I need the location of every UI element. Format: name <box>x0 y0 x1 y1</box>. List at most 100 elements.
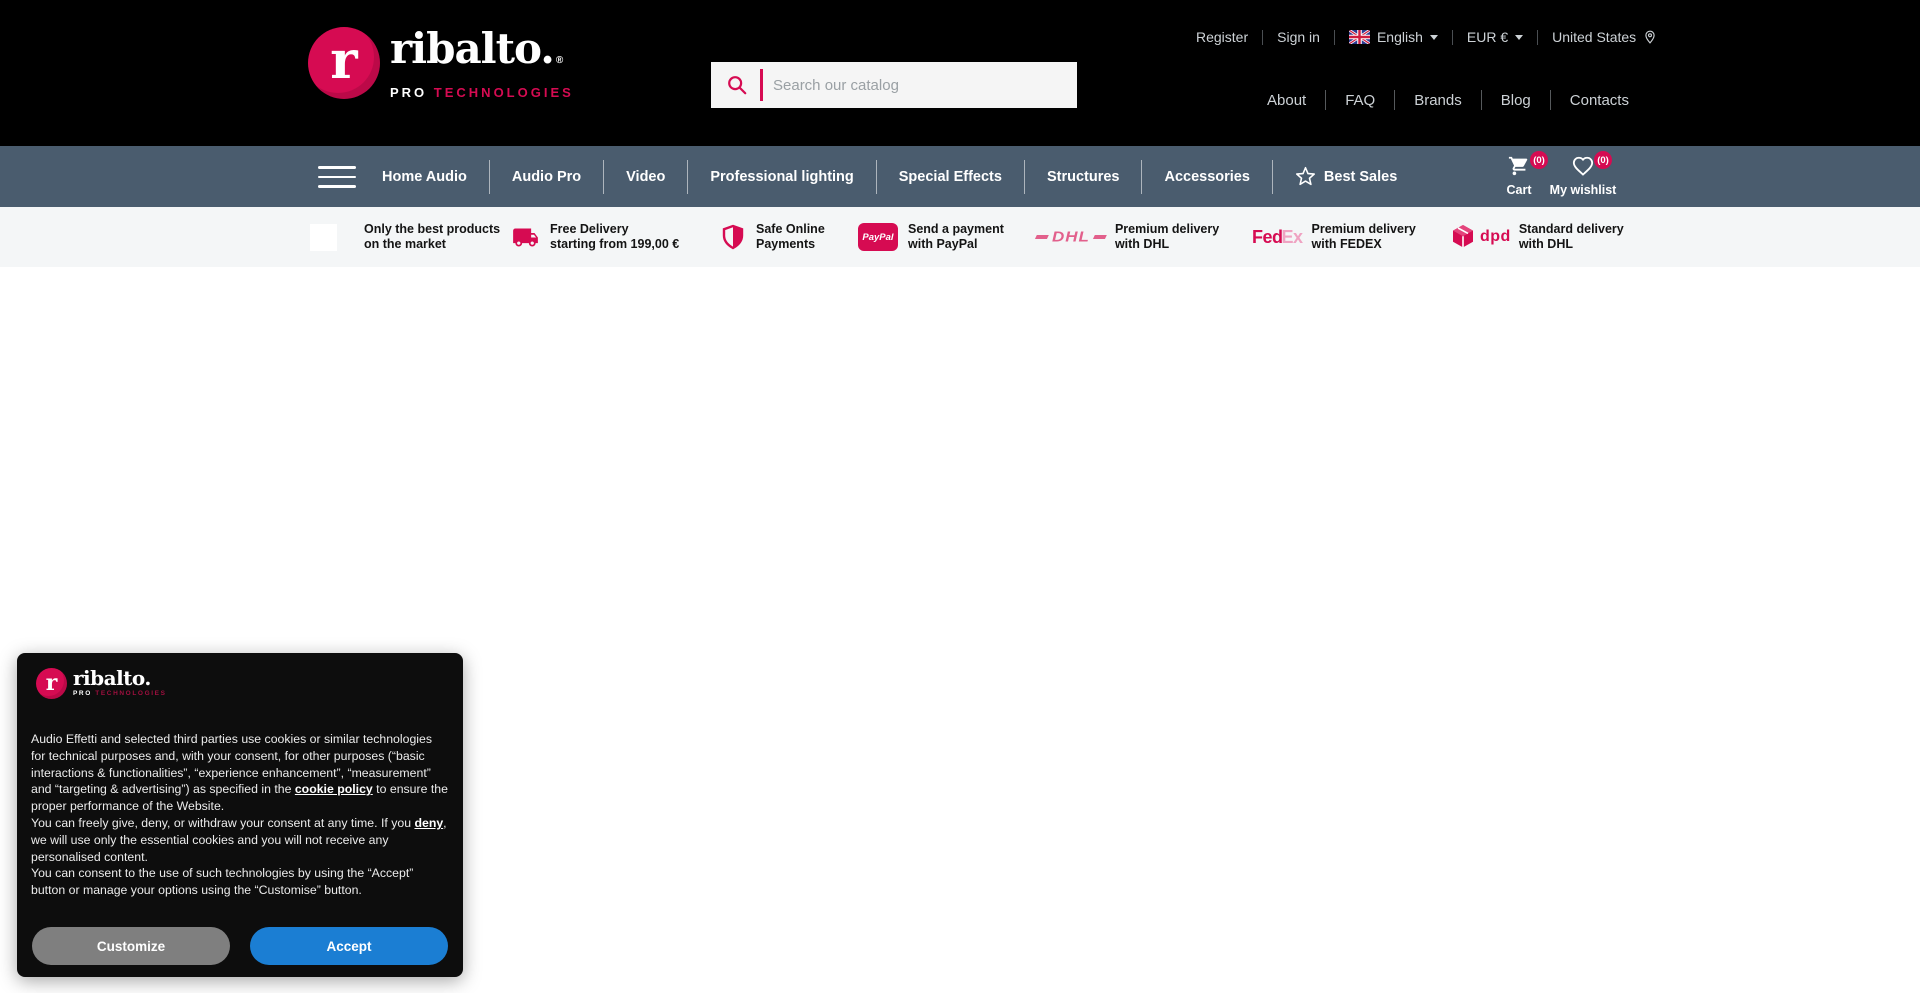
cookie-policy-link[interactable]: cookie policy <box>295 782 373 796</box>
brand-logo-text: ribalto.® PRO TECHNOLOGIES <box>390 27 574 100</box>
chevron-down-icon <box>1515 35 1523 40</box>
cookie-p2-text: You can freely give, deny, or withdraw y… <box>31 816 414 830</box>
heart-icon <box>1571 155 1595 177</box>
benefit-line2: with FEDEX <box>1312 237 1382 251</box>
nav-link-about[interactable]: About <box>1248 92 1325 109</box>
wishlist-label: My wishlist <box>1540 183 1626 197</box>
benefit-line1: Premium delivery <box>1115 222 1219 236</box>
country-selector[interactable]: United States <box>1552 29 1657 45</box>
brand-name: ribalto.® <box>390 24 562 73</box>
brand-logo-letter: r <box>330 35 357 87</box>
divider <box>1334 30 1335 45</box>
benefit-line2: Payments <box>756 237 815 251</box>
customize-button[interactable]: Customize <box>32 927 230 965</box>
cookie-paragraph-3: You can consent to the use of such techn… <box>31 865 449 899</box>
best-sales-label: Best Sales <box>1324 169 1397 185</box>
benefits-bar: Only the best productson the market Free… <box>0 207 1920 267</box>
dhl-wordmark: DHL <box>1052 229 1090 246</box>
site-header: r ribalto.® PRO TECHNOLOGIES Register Si… <box>0 0 1920 146</box>
brand-tagline-tech: TECHNOLOGIES <box>434 85 574 100</box>
benefit-line2: starting from 199,00 € <box>550 237 679 251</box>
nav-item-audio-pro[interactable]: Audio Pro <box>490 146 603 207</box>
register-label: Register <box>1196 29 1248 45</box>
fedex-wordmark-ex: Ex <box>1282 227 1303 248</box>
location-pin-icon <box>1643 29 1657 45</box>
nav-item-best-sales[interactable]: Best Sales <box>1273 146 1419 207</box>
nav-link-faq[interactable]: FAQ <box>1326 92 1394 109</box>
dpd-logo-icon: dpd <box>1451 224 1511 250</box>
benefit-line1: Safe Online <box>756 222 825 236</box>
brand-logo[interactable]: r ribalto.® PRO TECHNOLOGIES <box>308 27 574 100</box>
cookie-consent-dialog: r ribalto. PRO TECHNOLOGIES Audio Effett… <box>17 653 463 977</box>
benefit-line1: Standard delivery <box>1519 222 1624 236</box>
search-input[interactable] <box>763 77 1077 94</box>
menu-hamburger-icon[interactable] <box>318 166 356 188</box>
country-label: United States <box>1552 29 1636 45</box>
brand-logo-circle-icon: r <box>36 668 67 699</box>
search-icon[interactable] <box>726 74 748 96</box>
shield-icon <box>721 224 745 250</box>
cookie-paragraph-1: Audio Effetti and selected third parties… <box>31 731 449 815</box>
wishlist-count-badge: (0) <box>1594 151 1612 169</box>
divider <box>1537 30 1538 45</box>
brand-tagline-pro: PRO <box>73 690 92 697</box>
nav-item-special-effects[interactable]: Special Effects <box>877 146 1024 207</box>
currency-selector[interactable]: EUR € <box>1467 29 1523 45</box>
registered-mark: ® <box>556 55 562 66</box>
main-navigation: Home Audio Audio Pro Video Professional … <box>0 146 1920 207</box>
register-link[interactable]: Register <box>1196 29 1248 45</box>
fedex-logo-icon: FedEx <box>1252 227 1303 248</box>
secondary-nav: About FAQ Brands Blog Contacts <box>1248 88 1648 112</box>
benefit-best-products: Only the best productson the market <box>310 207 500 267</box>
box-icon <box>310 224 337 251</box>
nav-item-home-audio[interactable]: Home Audio <box>360 146 489 207</box>
benefit-line1: Send a payment <box>908 222 1004 236</box>
benefit-paypal: PayPal Send a paymentwith PayPal <box>858 207 1004 267</box>
cookie-dialog-logo: r ribalto. PRO TECHNOLOGIES <box>36 668 167 699</box>
utility-bar: Register Sign in English EUR € U <box>1196 27 1657 47</box>
brand-logo-letter: r <box>46 672 58 694</box>
paypal-wordmark: PayPal <box>862 232 893 243</box>
nav-item-professional-lighting[interactable]: Professional lighting <box>688 146 875 207</box>
nav-link-contacts[interactable]: Contacts <box>1551 92 1648 109</box>
cart-icon <box>1507 155 1531 177</box>
category-nav: Home Audio Audio Pro Video Professional … <box>360 146 1419 207</box>
uk-flag-icon <box>1349 30 1370 44</box>
brand-name: ribalto. <box>73 668 167 689</box>
benefit-line2: with DHL <box>1519 237 1573 251</box>
benefit-line1: Only the best products <box>364 222 500 236</box>
benefit-fedex: FedEx Premium deliverywith FEDEX <box>1252 207 1416 267</box>
language-selector[interactable]: English <box>1349 29 1438 45</box>
nav-link-blog[interactable]: Blog <box>1482 92 1550 109</box>
benefit-dhl: DHL Premium deliverywith DHL <box>1036 207 1219 267</box>
cookie-paragraph-2: You can freely give, deny, or withdraw y… <box>31 815 449 865</box>
accept-button[interactable]: Accept <box>250 927 448 965</box>
brand-logo-circle-icon: r <box>308 27 380 99</box>
divider <box>1452 30 1453 45</box>
benefit-dpd: dpd Standard deliverywith DHL <box>1451 207 1624 267</box>
divider <box>1262 30 1263 45</box>
cookie-dialog-actions: Customize Accept <box>32 927 448 965</box>
benefit-safe-payments: Safe OnlinePayments <box>721 207 825 267</box>
language-label: English <box>1377 29 1423 45</box>
benefit-line2: on the market <box>364 237 446 251</box>
deny-link[interactable]: deny <box>414 816 443 830</box>
brand-tagline-tech: TECHNOLOGIES <box>95 690 166 697</box>
paypal-logo-icon: PayPal <box>858 223 898 251</box>
cookie-dialog-text: Audio Effetti and selected third parties… <box>31 731 449 899</box>
nav-link-brands[interactable]: Brands <box>1395 92 1481 109</box>
benefit-line1: Premium delivery <box>1312 222 1416 236</box>
wishlist-button[interactable]: (0) My wishlist <box>1540 146 1626 207</box>
brand-tagline-pro: PRO <box>390 85 427 100</box>
signin-link[interactable]: Sign in <box>1277 29 1320 45</box>
benefit-line2: with PayPal <box>908 237 977 251</box>
chevron-down-icon <box>1430 35 1438 40</box>
currency-label: EUR € <box>1467 29 1508 45</box>
brand-tagline: PRO TECHNOLOGIES <box>73 690 167 697</box>
benefit-line1: Free Delivery <box>550 222 629 236</box>
search-bar <box>711 62 1077 108</box>
nav-item-structures[interactable]: Structures <box>1025 146 1142 207</box>
signin-label: Sign in <box>1277 29 1320 45</box>
nav-item-video[interactable]: Video <box>604 146 687 207</box>
nav-item-accessories[interactable]: Accessories <box>1142 146 1271 207</box>
